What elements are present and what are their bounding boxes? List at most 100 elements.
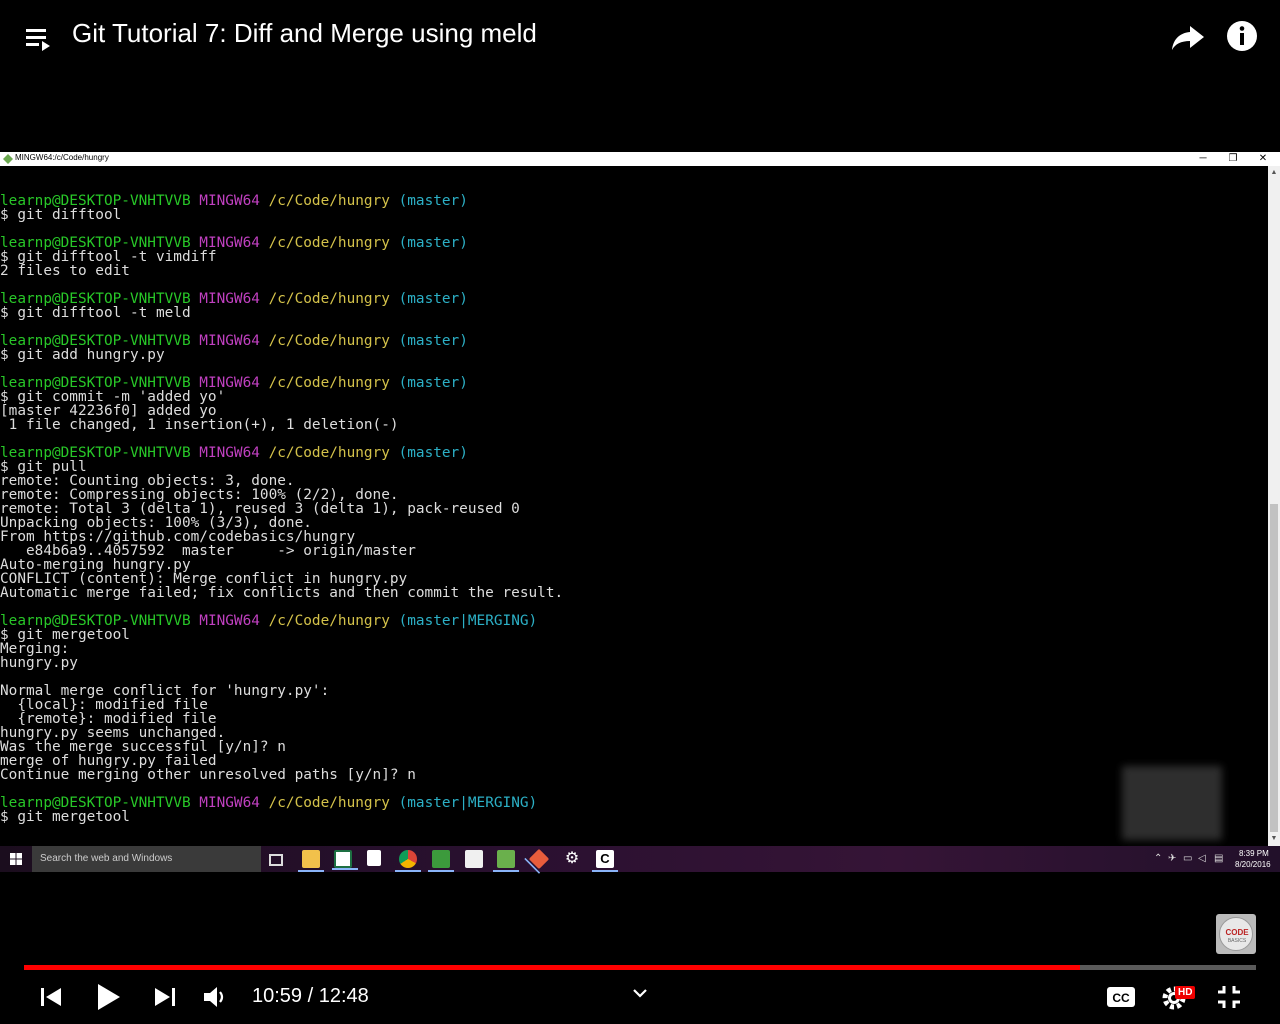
terminal-line: $ git difftool -t meld: [0, 305, 191, 321]
terminal-line: remote: Counting objects: 3, done.: [0, 473, 295, 489]
prompt-branch: (master): [398, 445, 468, 461]
terminal-line: remote: Compressing objects: 100% (2/2),…: [0, 487, 399, 503]
share-icon[interactable]: [1170, 20, 1206, 54]
next-icon[interactable]: [154, 986, 176, 1008]
terminal-line: hungry.py: [0, 655, 78, 671]
windows-start-icon[interactable]: [10, 853, 22, 865]
scroll-down-arrow-icon[interactable]: ▼: [1268, 834, 1280, 844]
taskbar-search-box[interactable]: Search the web and Windows: [32, 846, 261, 872]
time-display: 10:59 / 12:48: [252, 985, 369, 1008]
terminal-line: remote: Total 3 (delta 1), reused 3 (del…: [0, 501, 520, 517]
tray-network-icon[interactable]: ✈: [1168, 853, 1176, 864]
prompt-path: /c/Code/hungry: [268, 235, 390, 251]
prompt-branch: (master): [398, 375, 468, 391]
tray-chevron-icon[interactable]: ⌃: [1154, 853, 1162, 864]
captions-icon[interactable]: CC: [1106, 986, 1136, 1008]
terminal-line: $ git mergetool: [0, 809, 130, 825]
prompt-branch: (master|MERGING): [398, 613, 538, 629]
file-explorer-icon[interactable]: [298, 850, 324, 872]
terminal-prompt-line: learnp@DESKTOP-VNHTVVB MINGW64 /c/Code/h…: [0, 334, 1268, 348]
prompt-host: MINGW64: [199, 795, 260, 811]
progress-bar[interactable]: [24, 965, 1256, 970]
terminal-title: MINGW64:/c/Code/hungry: [15, 153, 109, 162]
excel-icon[interactable]: [332, 850, 358, 870]
terminal-prompt-line: learnp@DESKTOP-VNHTVVB MINGW64 /c/Code/h…: [0, 292, 1268, 306]
play-icon[interactable]: [96, 983, 122, 1011]
blurred-overlay: [1122, 766, 1222, 840]
terminal-line: $ git add hungry.py: [0, 347, 165, 363]
terminal-prompt-line: learnp@DESKTOP-VNHTVVB MINGW64 /c/Code/h…: [0, 236, 1268, 250]
prompt-branch: (master): [398, 291, 468, 307]
video-title[interactable]: Git Tutorial 7: Diff and Merge using mel…: [72, 18, 537, 49]
prompt-host: MINGW64: [199, 333, 260, 349]
terminal-line: Automatic merge failed; fix conflicts an…: [0, 585, 564, 601]
terminal-line: [master 42236f0] added yo: [0, 403, 217, 419]
channel-logo[interactable]: CODE BASICS: [1216, 914, 1256, 954]
terminal-line: Merging:: [0, 641, 70, 657]
prompt-branch: (master): [398, 333, 468, 349]
terminal-line: $ git pull: [0, 459, 87, 475]
duration: 12:48: [318, 985, 369, 1007]
task-view-icon[interactable]: [269, 854, 283, 866]
terminal-prompt-line: learnp@DESKTOP-VNHTVVB MINGW64 /c/Code/h…: [0, 194, 1268, 208]
channel-logo-circle: CODE BASICS: [1219, 917, 1253, 951]
volume-icon[interactable]: [202, 984, 228, 1010]
terminal-prompt-line: learnp@DESKTOP-VNHTVVB MINGW64 /c/Code/h…: [0, 376, 1268, 390]
terminal-line: hungry.py seems unchanged.: [0, 725, 226, 741]
terminal-output[interactable]: learnp@DESKTOP-VNHTVVB MINGW64 /c/Code/h…: [0, 180, 1268, 846]
chevron-down-icon[interactable]: [630, 986, 650, 1000]
terminal-line: Continue merging other unresolved paths …: [0, 767, 416, 783]
terminal-line: Auto-merging hungry.py: [0, 557, 191, 573]
maximize-button[interactable]: ❐: [1225, 152, 1241, 166]
taskbar-clock-date[interactable]: 8/20/2016: [1235, 860, 1271, 869]
terminal-line: Normal merge conflict for 'hungry.py':: [0, 683, 330, 699]
previous-icon[interactable]: [40, 986, 62, 1008]
notepad-icon[interactable]: [493, 850, 519, 872]
scroll-thumb[interactable]: [1270, 504, 1278, 832]
time-separator: /: [302, 985, 319, 1007]
chrome-icon[interactable]: [395, 850, 421, 872]
terminal-prompt-line: learnp@DESKTOP-VNHTVVB MINGW64 /c/Code/h…: [0, 446, 1268, 460]
terminal-titlebar[interactable]: MINGW64:/c/Code/hungry ─ ❐ ✕: [0, 152, 1280, 166]
store-icon[interactable]: [367, 850, 381, 866]
playlist-icon[interactable]: [26, 26, 54, 52]
terminal-line: e84b6a9..4057592 master -> origin/master: [0, 543, 416, 559]
terminal-line: Was the merge successful [y/n]? n: [0, 739, 286, 755]
terminal-window[interactable]: MINGW64:/c/Code/hungry ─ ❐ ✕ learnp@DESK…: [0, 152, 1280, 846]
terminal-line: From https://github.com/codebasics/hungr…: [0, 529, 356, 545]
git-icon[interactable]: [528, 848, 550, 870]
close-button[interactable]: ✕: [1255, 152, 1271, 166]
prompt-host: MINGW64: [199, 193, 260, 209]
terminal-line: {remote}: modified file: [0, 711, 217, 727]
terminal-prompt-line: learnp@DESKTOP-VNHTVVB MINGW64 /c/Code/h…: [0, 614, 1268, 628]
tray-device-icon[interactable]: ▭: [1183, 853, 1192, 864]
terminal-line: $ git difftool: [0, 207, 122, 223]
notification-icon[interactable]: ▤: [1214, 853, 1223, 864]
channel-logo-subtext: BASICS: [1227, 938, 1247, 944]
mingw-app-icon: [3, 154, 13, 164]
terminal-scrollbar[interactable]: ▲ ▼: [1268, 166, 1280, 846]
file-icon[interactable]: [465, 850, 483, 868]
terminal-icon[interactable]: C: [592, 850, 618, 872]
terminal-line: {local}: modified file: [0, 697, 208, 713]
terminal-line: 2 files to edit: [0, 263, 130, 279]
camtasia-icon[interactable]: [428, 850, 454, 872]
terminal-line: Unpacking objects: 100% (3/3), done.: [0, 515, 312, 531]
prompt-path: /c/Code/hungry: [268, 291, 390, 307]
prompt-path: /c/Code/hungry: [268, 375, 390, 391]
prompt-path: /c/Code/hungry: [268, 333, 390, 349]
info-icon[interactable]: [1226, 20, 1258, 52]
settings-icon[interactable]: ⚙: [563, 850, 581, 868]
scroll-up-arrow-icon[interactable]: ▲: [1268, 168, 1280, 178]
exit-fullscreen-icon[interactable]: [1216, 984, 1242, 1010]
minimize-button[interactable]: ─: [1195, 152, 1211, 166]
volume-tray-icon[interactable]: ◁: [1198, 853, 1206, 864]
channel-logo-text: CODE: [1225, 928, 1249, 937]
taskbar-clock-time[interactable]: 8:39 PM: [1239, 849, 1269, 858]
